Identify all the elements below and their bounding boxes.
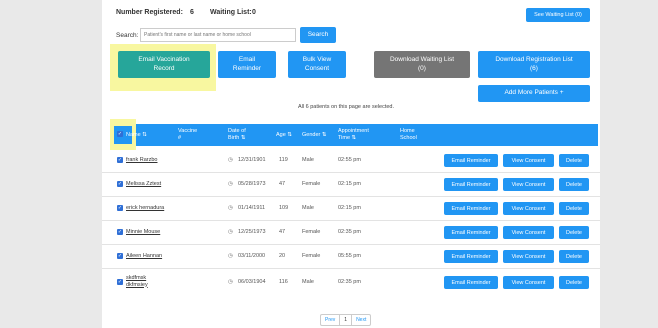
appointment-time-value: 05:55 pm bbox=[338, 253, 361, 259]
row-view-consent-button[interactable]: View Consent bbox=[503, 154, 554, 167]
row-checkbox-icon[interactable]: ✓ bbox=[117, 157, 123, 163]
add-more-patients-button[interactable]: Add More Patients + bbox=[478, 85, 590, 102]
column-age[interactable]: Age ⇅ bbox=[276, 132, 292, 139]
email-reminder-button[interactable]: Email Reminder bbox=[218, 51, 276, 78]
age-value: 47 bbox=[279, 181, 286, 187]
dob-value: 12/25/1973 bbox=[238, 229, 266, 235]
row-view-consent-button[interactable]: View Consent bbox=[503, 202, 554, 215]
patient-name-link[interactable]: frank Rarzbo bbox=[126, 157, 158, 164]
gender-value: Female bbox=[302, 253, 321, 259]
waiting-label: Waiting List: bbox=[210, 9, 252, 16]
column-gender[interactable]: Gender ⇅ bbox=[302, 132, 326, 139]
row-divider bbox=[102, 172, 600, 173]
patient-name-link[interactable]: skdfmsk dkfmsiey bbox=[126, 275, 148, 288]
row-email-reminder-button[interactable]: Email Reminder bbox=[444, 250, 498, 263]
age-value: 20 bbox=[279, 253, 286, 259]
clock-icon: ◷ bbox=[228, 229, 233, 235]
age-value: 47 bbox=[279, 229, 286, 235]
row-view-consent-button[interactable]: View Consent bbox=[503, 178, 554, 191]
row-view-consent-button[interactable]: View Consent bbox=[503, 276, 554, 289]
age-value: 119 bbox=[279, 157, 288, 163]
appointment-time-value: 02:35 pm bbox=[338, 229, 361, 235]
age-value: 109 bbox=[279, 205, 289, 211]
registered-label: Number Registered: bbox=[116, 9, 183, 16]
row-checkbox-icon[interactable]: ✓ bbox=[117, 205, 123, 211]
clock-icon: ◷ bbox=[228, 205, 233, 211]
search-label: Search: bbox=[116, 32, 139, 39]
row-checkbox-icon[interactable]: ✓ bbox=[117, 279, 123, 285]
row-email-reminder-button[interactable]: Email Reminder bbox=[444, 202, 498, 215]
dob-value: 12/31/1901 bbox=[238, 157, 266, 163]
row-email-reminder-button[interactable]: Email Reminder bbox=[444, 154, 498, 167]
appointment-time-value: 02:35 pm bbox=[338, 279, 361, 285]
dob-value: 05/28/1973 bbox=[238, 181, 266, 187]
appointment-time-value: 02:15 pm bbox=[338, 205, 361, 211]
row-delete-button[interactable]: Delete bbox=[559, 276, 589, 289]
search-button[interactable]: Search bbox=[300, 27, 336, 43]
search-input[interactable] bbox=[140, 28, 296, 42]
prev-page-link[interactable]: Prev bbox=[321, 315, 341, 325]
age-value: 116 bbox=[279, 279, 288, 285]
next-page-link[interactable]: Next bbox=[352, 315, 370, 325]
gender-value: Male bbox=[302, 279, 314, 285]
row-view-consent-button[interactable]: View Consent bbox=[503, 226, 554, 239]
row-checkbox-icon[interactable]: ✓ bbox=[117, 253, 123, 259]
row-divider bbox=[102, 220, 600, 221]
row-delete-button[interactable]: Delete bbox=[559, 154, 589, 167]
patient-name-link[interactable]: Melissa Zztest bbox=[126, 181, 161, 188]
row-delete-button[interactable]: Delete bbox=[559, 250, 589, 263]
row-email-reminder-button[interactable]: Email Reminder bbox=[444, 276, 498, 289]
row-delete-button[interactable]: Delete bbox=[559, 202, 589, 215]
row-delete-button[interactable]: Delete bbox=[559, 178, 589, 191]
clock-icon: ◷ bbox=[228, 253, 233, 259]
bulk-view-consent-button[interactable]: Bulk View Consent bbox=[288, 51, 346, 78]
row-delete-button[interactable]: Delete bbox=[559, 226, 589, 239]
patient-name-link[interactable]: Minnie Mouse bbox=[126, 229, 160, 236]
column-appointment[interactable]: Appointment Time ⇅ bbox=[338, 128, 369, 141]
dob-value: 01/14/1911 bbox=[238, 205, 266, 211]
clock-icon: ◷ bbox=[228, 181, 233, 187]
appointment-time-value: 02:55 pm bbox=[338, 157, 361, 163]
select-all-checkbox-icon[interactable]: ✓ bbox=[117, 131, 123, 137]
see-waiting-list-button[interactable]: See Waiting List (0) bbox=[526, 8, 590, 22]
column-name[interactable]: Name ⇅ bbox=[126, 132, 147, 139]
pagination: Prev 1 Next bbox=[320, 314, 372, 326]
email-vaccination-record-button[interactable]: Email Vaccination Record bbox=[118, 51, 210, 78]
waiting-count: 0 bbox=[252, 9, 256, 16]
download-registration-list-button[interactable]: Download Registration List (6) bbox=[478, 51, 590, 78]
clock-icon: ◷ bbox=[228, 157, 233, 163]
gender-value: Male bbox=[302, 157, 314, 163]
patient-list-page: Number Registered: 6 Waiting List: 0 See… bbox=[102, 0, 600, 328]
gender-value: Female bbox=[302, 181, 321, 187]
patient-name-link[interactable]: erick hernadura bbox=[126, 205, 164, 212]
gender-value: Female bbox=[302, 229, 321, 235]
dob-value: 06/03/1904 bbox=[238, 279, 266, 285]
row-divider bbox=[102, 244, 600, 245]
column-dob[interactable]: Date of Birth ⇅ bbox=[228, 128, 246, 141]
column-school: Home School bbox=[400, 128, 417, 141]
column-vaccine: Vaccine # bbox=[178, 128, 198, 141]
download-waiting-list-button[interactable]: Download Waiting List (0) bbox=[374, 51, 470, 78]
row-checkbox-icon[interactable]: ✓ bbox=[117, 181, 123, 187]
row-email-reminder-button[interactable]: Email Reminder bbox=[444, 178, 498, 191]
appointment-time-value: 02:15 pm bbox=[338, 181, 361, 187]
row-divider bbox=[102, 196, 600, 197]
row-email-reminder-button[interactable]: Email Reminder bbox=[444, 226, 498, 239]
row-checkbox-icon[interactable]: ✓ bbox=[117, 229, 123, 235]
row-view-consent-button[interactable]: View Consent bbox=[503, 250, 554, 263]
dob-value: 03/11/2000 bbox=[238, 253, 266, 259]
selection-message: All 6 patients on this page are selected… bbox=[298, 104, 395, 110]
row-divider bbox=[102, 268, 600, 269]
registered-count: 6 bbox=[190, 9, 194, 16]
patient-name-link[interactable]: Aileen Hannan bbox=[126, 253, 162, 260]
clock-icon: ◷ bbox=[228, 279, 233, 285]
gender-value: Male bbox=[302, 205, 314, 211]
current-page[interactable]: 1 bbox=[340, 315, 353, 325]
